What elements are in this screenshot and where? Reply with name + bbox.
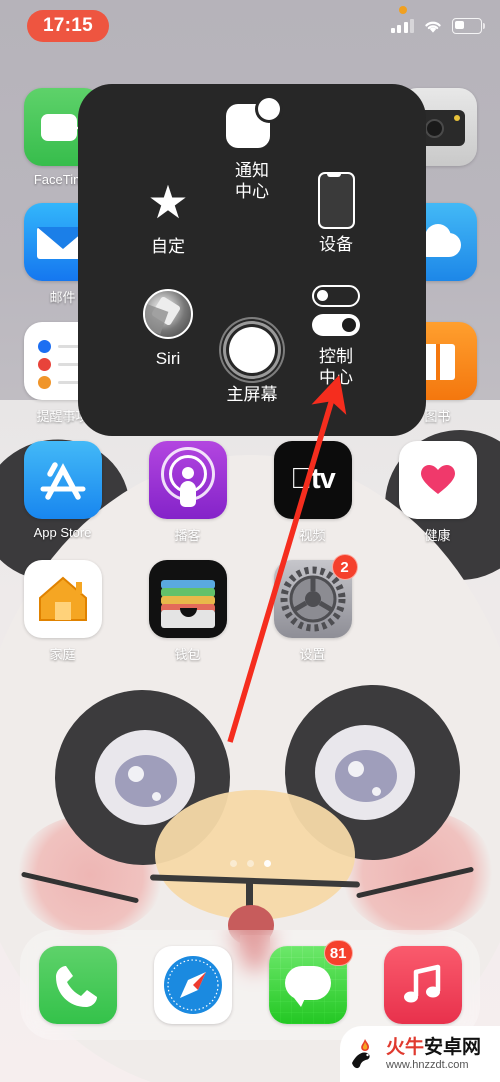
app-apple-tv[interactable]: tv 视频 (261, 441, 365, 544)
cellular-signal-icon (390, 19, 414, 33)
assistive-touch-menu[interactable]: 通知 中心 ★ 自定 设备 Siri 主屏幕 控制 中心 (78, 84, 426, 436)
dock-item-phone[interactable] (38, 946, 117, 1024)
podcasts-icon[interactable] (148, 441, 227, 519)
assistive-menu-label: 主屏幕 (226, 385, 278, 404)
star-icon: ★ (147, 176, 189, 228)
wallpaper-muzzle (155, 790, 355, 920)
device-icon (308, 171, 364, 229)
app-label: 家庭 (49, 647, 76, 662)
battery-icon (452, 18, 485, 34)
app-label: 钱包 (174, 647, 201, 662)
assistive-menu-label: 自定 (151, 237, 185, 256)
app-settings[interactable]: 2 设置 (261, 554, 365, 663)
badge: 81 (323, 940, 353, 966)
dock: 81 (20, 930, 480, 1040)
page-dot[interactable] (246, 860, 254, 867)
apple-tv-icon[interactable]: tv (273, 441, 352, 519)
app-app-store[interactable]: App Store (11, 441, 115, 540)
app-row-4: App Store 播客 tv 视频 健康 (0, 441, 500, 544)
assistive-menu-label: 控制 中心 (319, 347, 353, 387)
health-icon[interactable] (398, 441, 477, 519)
watermark-brand-black: 安卓网 (424, 1036, 482, 1058)
wallpaper-glint-c (152, 792, 161, 801)
app-health[interactable]: 健康 (386, 441, 490, 544)
wallpaper-glint-a (128, 766, 144, 782)
app-label: 图书 (424, 409, 451, 424)
dock-item-music[interactable] (383, 946, 462, 1024)
safari-icon[interactable] (153, 946, 232, 1024)
app-home[interactable]: 家庭 (11, 560, 115, 663)
dock-item-messages[interactable]: 81 (268, 940, 353, 1024)
flame-bird-logo-icon (348, 1037, 382, 1071)
watermark-url: www.hnzzdt.com (386, 1058, 469, 1071)
control-center-icon (308, 284, 364, 340)
home-button-icon (224, 322, 280, 378)
app-podcasts[interactable]: 播客 (136, 441, 240, 544)
badge: 2 (331, 554, 358, 580)
status-time: 17:15 (27, 10, 109, 42)
app-store-icon[interactable] (23, 441, 102, 519)
app-label: 视频 (299, 528, 326, 543)
wallpaper-pupil-right (335, 750, 397, 802)
assistive-menu-label: 通知 中心 (235, 161, 269, 201)
watermark: 火牛安卓网 www.hnzzdt.com (340, 1026, 500, 1082)
siri-icon (140, 286, 196, 342)
wallpaper-glint-d (372, 787, 381, 796)
wallpaper-glint-b (348, 761, 364, 777)
assistive-menu-control-center[interactable]: 控制 中心 (278, 284, 394, 388)
app-label: 设置 (299, 647, 326, 662)
app-row-5: 家庭 钱包 2 设置 (0, 554, 500, 663)
wallpaper-pupil-left (115, 755, 177, 807)
app-label: 邮件 (49, 290, 76, 305)
page-indicator[interactable] (0, 860, 500, 867)
status-bar: 17:15 (0, 0, 500, 52)
recording-indicator-icon (399, 6, 407, 14)
assistive-menu-custom[interactable]: ★ 自定 (110, 174, 226, 257)
wallet-icon[interactable] (148, 560, 227, 638)
app-empty-slot (386, 560, 490, 638)
iphone-screen: 17:15 FaceTime 邮件 提醒事项 图书 App Store 播客 t… (0, 0, 500, 1082)
home-app-icon[interactable] (23, 560, 102, 638)
assistive-menu-label: 设备 (319, 235, 353, 254)
watermark-brand-red: 火牛 (386, 1036, 425, 1058)
app-label: 健康 (424, 528, 451, 543)
assistive-menu-label: Siri (155, 349, 181, 368)
music-icon[interactable] (383, 946, 462, 1024)
app-wallet[interactable]: 钱包 (136, 560, 240, 663)
app-label: App Store (33, 525, 92, 540)
app-label: 播客 (174, 528, 201, 543)
dock-item-safari[interactable] (153, 946, 232, 1024)
page-dot[interactable] (229, 860, 237, 867)
notification-center-icon (224, 98, 280, 154)
assistive-menu-device[interactable]: 设备 (278, 171, 394, 255)
page-dot-active[interactable] (263, 860, 271, 867)
phone-icon[interactable] (38, 946, 117, 1024)
wifi-icon (423, 19, 443, 34)
status-right-icons (390, 18, 485, 34)
